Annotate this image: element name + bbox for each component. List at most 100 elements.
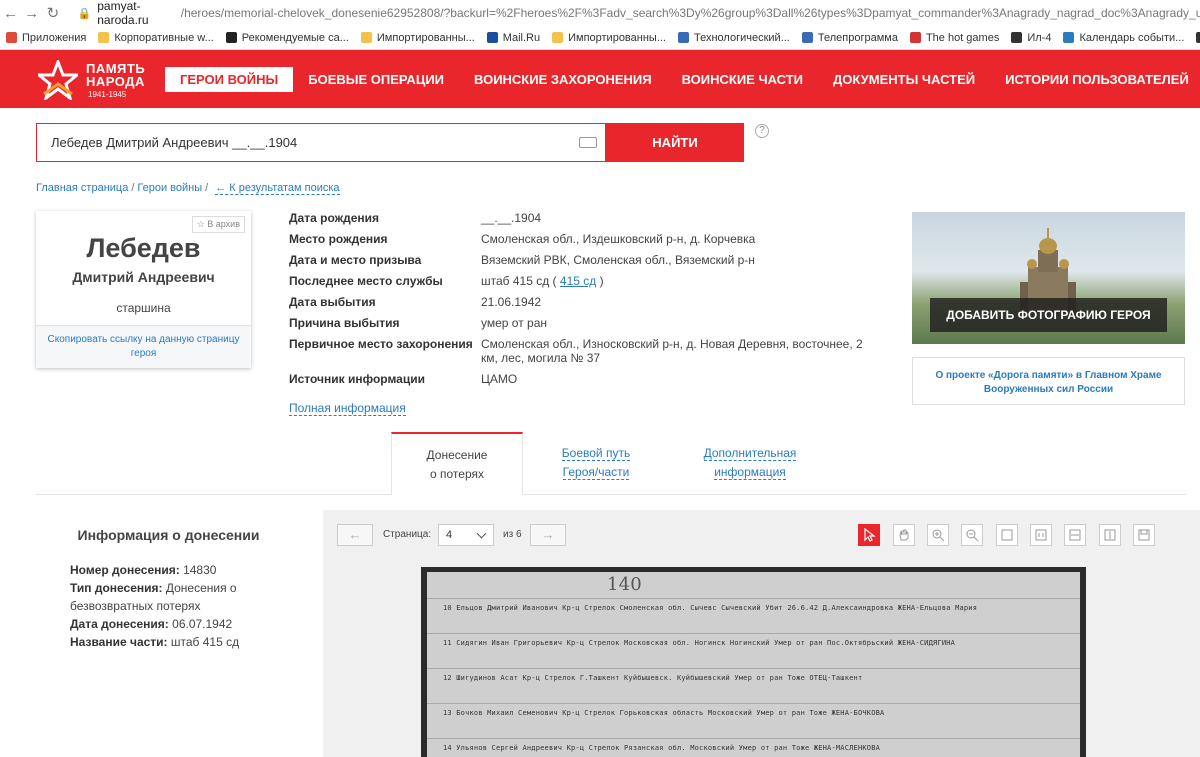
search-button[interactable]: НАЙТИ bbox=[606, 123, 744, 162]
add-photo-button[interactable]: ДОБАВИТЬ ФОТОГРАФИЮ ГЕРОЯ bbox=[930, 298, 1167, 332]
back-arrow-icon[interactable]: ← bbox=[0, 5, 21, 22]
logo-line2: НАРОДА bbox=[86, 74, 145, 89]
archive-label: В архив bbox=[207, 219, 240, 229]
detail-value: Смоленская обл., Износковский р-н, д. Но… bbox=[481, 337, 863, 365]
help-icon[interactable]: ? bbox=[755, 124, 769, 138]
page-label: Страница: bbox=[383, 529, 432, 540]
bookmark-label: Корпоративные w... bbox=[114, 31, 214, 44]
detail-row: Источник информации ЦАМО bbox=[289, 372, 889, 386]
page-count: из 6 bbox=[503, 529, 522, 540]
url-path[interactable]: /heroes/memorial-chelovek_donesenie62952… bbox=[181, 6, 1200, 20]
url-host[interactable]: pamyat-naroda.ru bbox=[97, 0, 181, 27]
nav-heroes[interactable]: ГЕРОИ ВОЙНЫ bbox=[165, 67, 294, 92]
search-input[interactable] bbox=[37, 124, 557, 161]
bookmark-item[interactable]: Рекомендуемые са... bbox=[220, 32, 355, 44]
nav-operations[interactable]: БОЕВЫЕ ОПЕРАЦИИ bbox=[293, 67, 459, 92]
detail-row: Первичное место захоронения Смоленская об… bbox=[289, 337, 889, 365]
nav-burials[interactable]: ВОИНСКИЕ ЗАХОРОНЕНИЯ bbox=[459, 67, 667, 92]
detail-label: Первичное место захоронения bbox=[289, 337, 473, 351]
site-logo[interactable]: ПАМЯТЬ НАРОДА 1941-1945 bbox=[38, 58, 158, 100]
hero-photo-placeholder[interactable]: ДОБАВИТЬ ФОТОГРАФИЮ ГЕРОЯ bbox=[912, 212, 1185, 344]
hero-given-name: Дмитрий Андреевич bbox=[72, 269, 215, 285]
bookmark-label: Телепрограмма bbox=[817, 31, 898, 44]
tab-additional-info[interactable]: Дополнительная информация bbox=[690, 432, 810, 494]
breadcrumb-separator: / bbox=[205, 182, 209, 194]
forward-arrow-icon[interactable]: → bbox=[21, 5, 42, 22]
zoom-out-tool[interactable] bbox=[961, 524, 983, 546]
next-page-button[interactable]: → bbox=[530, 524, 566, 546]
document-viewer: ← Страница: 4 из 6 → 140 10 Ельцов Дмитр… bbox=[323, 510, 1200, 757]
hero-surname: Лебедев bbox=[86, 233, 201, 263]
save-tool[interactable] bbox=[1133, 524, 1155, 546]
detail-row: Дата выбытия 21.06.1942 bbox=[289, 295, 889, 309]
project-link[interactable]: О проекте «Дорога памяти» в Главном Храм… bbox=[912, 357, 1185, 405]
scan-row-text: 12 Шигудинов Асат Кр-ц Стрелок Г.Ташкент… bbox=[443, 674, 863, 682]
bookmark-item[interactable]: Приложения bbox=[0, 32, 92, 44]
zoom-in-tool[interactable] bbox=[927, 524, 949, 546]
breadcrumb-heroes[interactable]: Герои войны bbox=[137, 182, 202, 194]
detail-label: Источник информации bbox=[289, 372, 425, 386]
bookmark-item[interactable]: Ил-4 bbox=[1005, 32, 1057, 44]
bookmark-label: Mail.Ru bbox=[502, 31, 541, 44]
detail-value: 21.06.1942 bbox=[481, 295, 542, 309]
bookmark-item[interactable]: Импортированны... bbox=[355, 32, 481, 44]
bookmark-item[interactable]: Mail.Ru bbox=[481, 32, 546, 44]
tab-label: информация bbox=[714, 465, 786, 480]
scan-row-line bbox=[427, 668, 1080, 669]
tab-loss-report[interactable]: Донесение о потерях bbox=[391, 432, 523, 495]
pointer-tool[interactable] bbox=[858, 524, 880, 546]
scan-row-text: 10 Ельцов Дмитрий Иванович Кр-ц Стрелок … bbox=[443, 604, 978, 612]
reload-icon[interactable]: ↻ bbox=[42, 4, 63, 22]
archive-button[interactable]: ☆ В архив bbox=[191, 216, 245, 233]
report-unit-value: штаб 415 сд bbox=[170, 635, 240, 649]
report-unit-label: Название части: bbox=[70, 635, 168, 649]
nav-units[interactable]: ВОИНСКИЕ ЧАСТИ bbox=[667, 67, 818, 92]
service-place-suffix: ) bbox=[599, 274, 604, 288]
page-select[interactable]: 4 bbox=[438, 524, 494, 546]
report-date-label: Дата донесения: bbox=[70, 617, 169, 631]
hand-icon bbox=[899, 529, 909, 541]
report-type-label: Тип донесения: bbox=[70, 581, 163, 595]
lock-icon[interactable]: 🔒 bbox=[78, 7, 92, 20]
back-to-results-link[interactable]: ← К результатам поиска bbox=[215, 182, 340, 195]
nav-unit-documents[interactable]: ДОКУМЕНТЫ ЧАСТЕЙ bbox=[818, 67, 990, 92]
bookmark-icon bbox=[486, 32, 498, 43]
copy-link-button[interactable]: Скопировать ссылку на данную страницу ге… bbox=[36, 325, 251, 368]
detail-label: Дата и место призыва bbox=[289, 253, 422, 267]
report-date: Дата донесения: 06.07.1942 bbox=[70, 615, 260, 633]
report-date-value: 06.07.1942 bbox=[172, 617, 233, 631]
unit-link[interactable]: 415 сд bbox=[560, 274, 596, 288]
detail-label: Место рождения bbox=[289, 232, 388, 246]
zoom-out-icon bbox=[966, 529, 979, 542]
scanned-document[interactable]: 140 10 Ельцов Дмитрий Иванович Кр-ц Стре… bbox=[421, 567, 1086, 757]
hand-tool[interactable] bbox=[893, 524, 915, 546]
fit-width-tool[interactable] bbox=[1064, 524, 1086, 546]
fit-height-tool[interactable] bbox=[1099, 524, 1121, 546]
report-number-value: 14830 bbox=[183, 563, 217, 577]
bookmark-item[interactable]: Календарь событи... bbox=[1057, 32, 1190, 44]
bookmark-item[interactable]: Корпоративные w... bbox=[92, 32, 219, 44]
detail-value: штаб 415 сд ( 415 сд ) bbox=[481, 274, 604, 288]
scan-row-text: 13 Бочков Михаил Семенович Кр-ц Стрелок … bbox=[443, 709, 885, 717]
zoom-in-icon bbox=[932, 529, 945, 542]
bookmark-label: Приложения bbox=[22, 31, 87, 44]
bookmark-item[interactable]: Импортированны... bbox=[546, 32, 672, 44]
full-info-link[interactable]: Полная информация bbox=[289, 401, 406, 416]
fit-height-icon bbox=[1104, 529, 1116, 541]
nav-user-stories[interactable]: ИСТОРИИ ПОЛЬЗОВАТЕЛЕЙ bbox=[990, 67, 1200, 92]
detail-row: Место рождения Смоленская обл., Издешковс… bbox=[289, 232, 889, 246]
bookmark-item[interactable]: The hot games bbox=[904, 32, 1005, 44]
bookmark-item[interactable]: Технологический... bbox=[672, 32, 796, 44]
tab-battle-path[interactable]: Боевой путь Героя/части bbox=[540, 432, 652, 494]
detail-value: ЦАМО bbox=[481, 372, 518, 386]
bookmark-item[interactable]: Мир LEGO bbox=[1190, 32, 1200, 44]
breadcrumb: Главная страница / Герои войны / ← К результ… bbox=[36, 182, 340, 195]
actual-size-tool[interactable] bbox=[1030, 524, 1052, 546]
prev-page-button[interactable]: ← bbox=[337, 524, 373, 546]
keyboard-icon[interactable] bbox=[579, 137, 597, 148]
breadcrumb-home[interactable]: Главная страница bbox=[36, 182, 128, 194]
fit-page-tool[interactable] bbox=[996, 524, 1018, 546]
bookmark-item[interactable]: Телепрограмма bbox=[796, 32, 904, 44]
bookmark-icon bbox=[552, 32, 564, 43]
bookmark-icon bbox=[678, 32, 689, 43]
